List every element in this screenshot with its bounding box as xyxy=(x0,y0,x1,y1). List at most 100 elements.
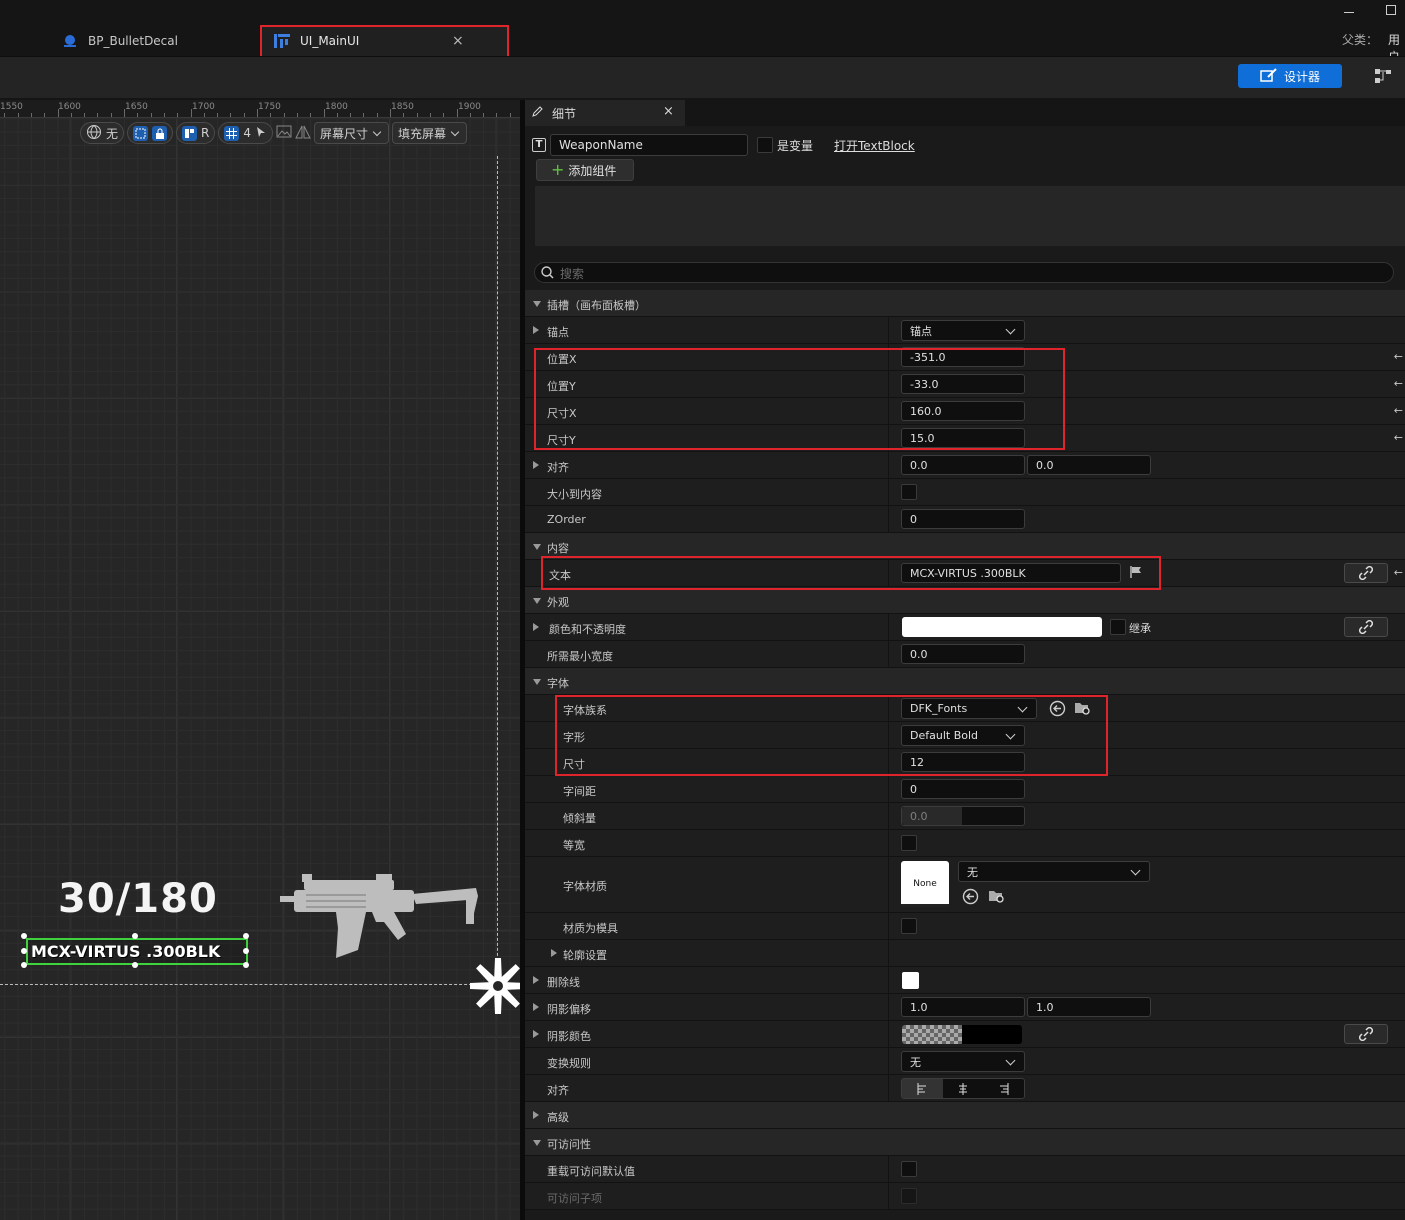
justify-left-icon[interactable] xyxy=(902,1079,943,1098)
property-value-input[interactable]: 1.0 xyxy=(1027,997,1151,1017)
bind-link-icon[interactable] xyxy=(1344,617,1388,637)
inherit-label: 继承 xyxy=(1129,622,1151,635)
respect-locks-toggle[interactable]: R xyxy=(176,122,216,144)
minimize-icon[interactable] xyxy=(1344,6,1356,18)
resize-handle[interactable] xyxy=(243,933,249,939)
ruler-tick xyxy=(469,113,471,117)
search-input[interactable]: 搜索 xyxy=(534,262,1394,283)
property-row: 倾斜量0.0 xyxy=(525,803,1405,830)
column-divider xyxy=(888,1183,889,1210)
ruler-tick xyxy=(150,113,152,117)
reset-arrow-icon[interactable]: ← xyxy=(1394,350,1403,363)
column-divider xyxy=(888,1021,889,1048)
property-value-input[interactable]: 0.0 xyxy=(901,644,1025,664)
reset-arrow-icon[interactable]: ← xyxy=(1394,377,1403,390)
expand-down-icon[interactable] xyxy=(533,301,541,307)
property-value-input[interactable]: 0 xyxy=(901,779,1025,799)
strike-color-swatch[interactable] xyxy=(902,972,919,989)
world-toggle[interactable]: 无 xyxy=(80,122,125,144)
designer-viewport[interactable]: 1550 1600 1650 1700 1750 1800 1850 1900 … xyxy=(0,100,520,1220)
expand-down-icon[interactable] xyxy=(533,679,541,685)
details-header: 细节 × xyxy=(525,100,1405,126)
reset-arrow-icon[interactable]: ← xyxy=(1394,566,1403,579)
select-lock-toggle[interactable] xyxy=(127,122,174,144)
graph-icon[interactable] xyxy=(1374,68,1394,87)
property-value-input[interactable]: 0.0 xyxy=(1027,455,1151,475)
reset-arrow-icon[interactable]: ← xyxy=(1394,404,1403,417)
property-value-input[interactable]: 0 xyxy=(901,509,1025,529)
justify-center-icon[interactable] xyxy=(943,1079,984,1098)
browse-back-icon[interactable] xyxy=(962,888,979,908)
grid-icon xyxy=(224,125,240,141)
bind-link-icon[interactable] xyxy=(1344,1024,1388,1044)
is-variable-checkbox[interactable] xyxy=(757,137,773,153)
reset-arrow-icon[interactable]: ← xyxy=(1394,431,1403,444)
resize-handle[interactable] xyxy=(132,933,138,939)
inherit-checkbox[interactable] xyxy=(1110,619,1126,635)
property-checkbox[interactable] xyxy=(901,1188,917,1204)
tab-details[interactable]: 细节 × xyxy=(525,100,685,126)
expand-down-icon[interactable] xyxy=(533,598,541,604)
font-material-dropdown[interactable]: 无 xyxy=(958,861,1150,882)
column-divider xyxy=(888,1048,889,1075)
property-value-input[interactable]: 0.0 xyxy=(901,455,1025,475)
ruler-tick xyxy=(97,113,99,117)
expand-down-icon[interactable] xyxy=(533,1140,541,1146)
resize-handle[interactable] xyxy=(21,962,27,968)
resize-handle[interactable] xyxy=(243,948,249,954)
grid-snap-toggle[interactable]: 4 xyxy=(218,122,273,144)
expand-right-icon[interactable] xyxy=(533,623,539,631)
bind-link-icon[interactable] xyxy=(1344,563,1388,583)
expand-right-icon[interactable] xyxy=(533,461,539,469)
property-dropdown[interactable]: 无 xyxy=(901,1051,1025,1072)
ammo-counter[interactable]: 30/180 xyxy=(58,876,218,922)
expand-right-icon[interactable] xyxy=(533,1030,539,1038)
designer-button[interactable]: 设计器 xyxy=(1238,64,1342,88)
column-divider xyxy=(888,614,889,641)
resize-handle[interactable] xyxy=(21,933,27,939)
weapon-name-textblock[interactable]: MCX-VIRTUS .300BLK xyxy=(26,938,248,965)
expand-right-icon[interactable] xyxy=(533,1003,539,1011)
expand-right-icon[interactable] xyxy=(533,976,539,984)
expand-right-icon[interactable] xyxy=(533,326,539,334)
expand-right-icon[interactable] xyxy=(533,1111,539,1119)
resize-handle[interactable] xyxy=(132,962,138,968)
ruler-tick xyxy=(57,109,59,117)
property-label: 阴影偏移 xyxy=(547,1002,591,1016)
column-divider xyxy=(888,830,889,857)
property-dropdown[interactable]: 锚点 xyxy=(901,320,1025,341)
property-label: 等宽 xyxy=(563,838,585,852)
shadow-color-swatch[interactable] xyxy=(902,1025,1022,1044)
ruler-label: 1850 xyxy=(391,102,414,112)
mirror-icon[interactable] xyxy=(295,125,311,142)
property-label: 所需最小宽度 xyxy=(547,649,613,663)
restore-icon[interactable] xyxy=(1386,5,1396,15)
property-row: 对齐 xyxy=(525,1075,1405,1102)
property-row: 颜色和不透明度 继承 xyxy=(525,614,1405,641)
property-checkbox[interactable] xyxy=(901,835,917,851)
property-row: 阴影偏移 1.0 1.0 xyxy=(525,994,1405,1021)
justify-right-icon[interactable] xyxy=(983,1079,1024,1098)
rifle-image[interactable] xyxy=(276,870,481,968)
property-checkbox[interactable] xyxy=(901,484,917,500)
find-asset-icon[interactable] xyxy=(988,888,1006,907)
add-component-button[interactable]: + 添加组件 xyxy=(536,159,634,181)
resize-handle[interactable] xyxy=(21,948,27,954)
fill-screen-dropdown[interactable]: 填充屏幕 xyxy=(392,122,468,144)
open-textblock-link[interactable]: 打开TextBlock xyxy=(834,137,915,154)
close-icon[interactable]: × xyxy=(663,104,674,119)
property-checkbox[interactable] xyxy=(901,918,917,934)
image-icon[interactable] xyxy=(276,125,292,142)
expand-right-icon[interactable] xyxy=(551,949,557,957)
color-swatch-white[interactable] xyxy=(902,617,1102,637)
tab-bp-bulletdecal[interactable]: BP_BulletDecal xyxy=(62,26,178,56)
property-value-input[interactable]: 1.0 xyxy=(901,997,1025,1017)
screen-size-dropdown[interactable]: 屏幕尺寸 xyxy=(314,122,390,144)
property-label: 大小到内容 xyxy=(547,487,602,501)
material-thumbnail[interactable]: None xyxy=(901,861,949,907)
expand-down-icon[interactable] xyxy=(533,544,541,550)
widget-name-input[interactable]: WeaponName xyxy=(550,134,748,156)
property-row: 锚点 锚点 xyxy=(525,317,1405,344)
property-checkbox[interactable] xyxy=(901,1161,917,1177)
resize-handle[interactable] xyxy=(243,962,249,968)
